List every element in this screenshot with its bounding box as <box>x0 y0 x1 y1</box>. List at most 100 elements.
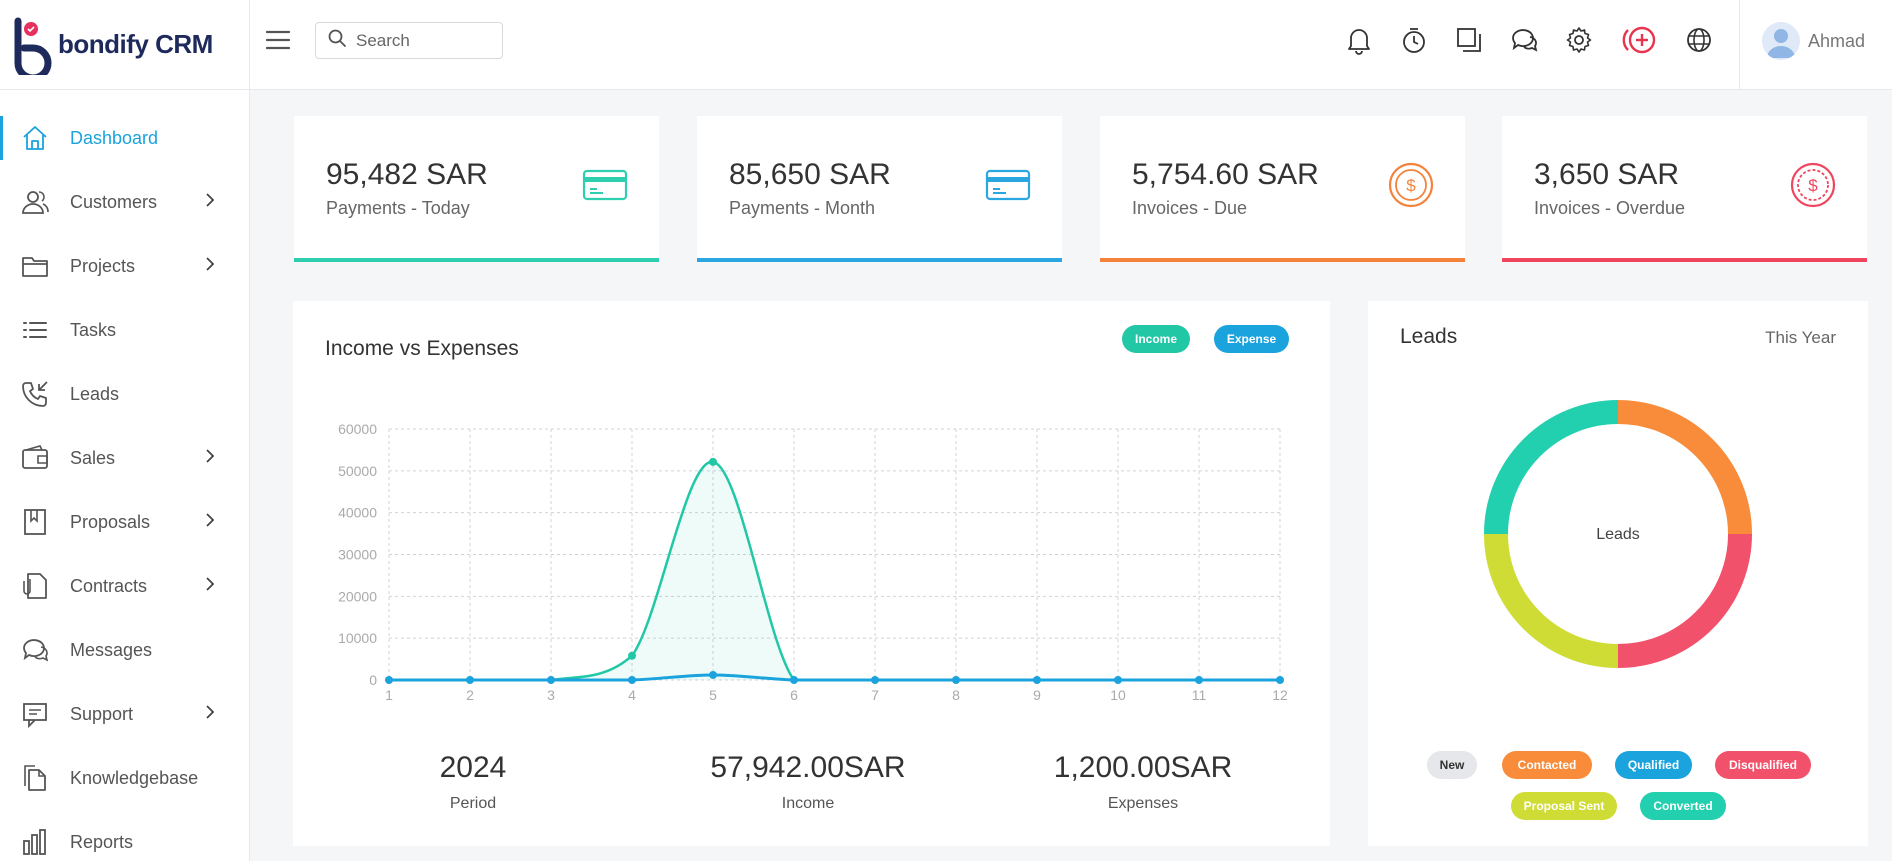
sidebar-item-label: Customers <box>70 191 158 212</box>
user-menu[interactable]: Ahmad <box>1762 22 1865 60</box>
legend-proposal-sent[interactable]: Proposal Sent <box>1511 792 1617 820</box>
y-tick-label: 60000 <box>338 421 377 437</box>
chevron-right-icon[interactable] <box>202 576 218 592</box>
timer-icon[interactable] <box>1398 24 1430 56</box>
sidebar-item-leads[interactable]: Leads <box>0 362 249 426</box>
chevron-right-icon[interactable] <box>202 704 218 720</box>
legend-label: Proposal Sent <box>1523 799 1605 813</box>
chat-icon <box>20 635 50 665</box>
chevron-right-icon[interactable] <box>202 256 218 272</box>
expense-point <box>790 676 798 684</box>
donut-slice-contacted[interactable] <box>1617 400 1752 535</box>
bell-icon[interactable] <box>1343 24 1375 56</box>
list-icon <box>20 315 50 345</box>
card-accent-bar <box>697 258 1062 262</box>
sidebar-item-proposals[interactable]: Proposals <box>0 490 249 554</box>
sidebar-item-messages[interactable]: Messages <box>0 618 249 682</box>
sidebar-item-label: Contracts <box>70 575 148 596</box>
chevron-right-icon[interactable] <box>202 448 218 464</box>
stat-card[interactable]: 95,482 SAR Payments - Today <box>294 116 659 262</box>
summary-expenses: 1,200.00SAR Expenses <box>1028 751 1258 813</box>
chat-icon[interactable] <box>1508 24 1540 56</box>
card-amount: 95,482 SAR <box>326 158 488 191</box>
chevron-right-icon[interactable] <box>202 512 218 528</box>
legend-qualified[interactable]: Qualified <box>1615 751 1692 779</box>
windows-icon[interactable] <box>1453 24 1485 56</box>
folder-icon <box>20 251 50 281</box>
bar-chart-icon <box>20 827 50 857</box>
user-name: Ahmad <box>1808 30 1866 51</box>
card-caption: Invoices - Due <box>1132 198 1248 218</box>
home-icon <box>20 123 50 153</box>
x-tick-label: 6 <box>790 687 798 703</box>
sidebar-item-dashboard[interactable]: Dashboard <box>0 106 249 170</box>
legend-converted[interactable]: Converted <box>1640 792 1726 820</box>
expense-point <box>385 676 393 684</box>
card-accent-bar <box>1502 258 1867 262</box>
donut-center-label: Leads <box>1596 526 1640 543</box>
sidebar-item-label: Projects <box>70 255 136 276</box>
sidebar-item-projects[interactable]: Projects <box>0 234 249 298</box>
donut-slice-proposal-sent[interactable] <box>1484 533 1619 668</box>
leads-donut-chart: Leads <box>1484 400 1752 668</box>
y-tick-label: 50000 <box>338 463 377 479</box>
income-line <box>388 460 1280 682</box>
card-accent-bar <box>1100 258 1465 262</box>
sidebar-item-tasks[interactable]: Tasks <box>0 298 249 362</box>
documents-icon <box>20 763 50 793</box>
x-tick-label: 11 <box>1192 687 1207 703</box>
sidebar-item-label: Messages <box>70 639 153 660</box>
summary-income-label: Income <box>781 795 835 812</box>
menu-toggle-icon[interactable] <box>265 28 291 52</box>
x-tick-label: 4 <box>628 687 636 703</box>
summary-expenses-value: 1,200.00SAR <box>1053 751 1233 784</box>
expense-point <box>1276 676 1284 684</box>
legend-disqualified[interactable]: Disqualified <box>1715 751 1811 779</box>
legend-contacted[interactable]: Contacted <box>1502 751 1592 779</box>
income-expenses-panel: Income vs Expenses Income Expense 0 10000… <box>293 301 1330 846</box>
y-tick-label: 30000 <box>338 547 377 563</box>
top-header: Search Ahmad <box>250 0 1892 90</box>
sidebar-item-support[interactable]: Support <box>0 682 249 746</box>
expense-point <box>952 676 960 684</box>
summary-income-value: 57,942.00SAR <box>710 751 906 784</box>
search-input[interactable]: Search <box>315 22 503 59</box>
sidebar-item-label: Leads <box>70 383 120 404</box>
sidebar-item-label: Sales <box>70 447 116 468</box>
leads-period-select[interactable]: This Year <box>1765 328 1836 348</box>
expense-point <box>1114 676 1122 684</box>
sidebar-item-label: Tasks <box>70 319 117 340</box>
y-tick-label: 0 <box>369 672 377 688</box>
income-point <box>709 457 717 466</box>
sidebar-item-contracts[interactable]: Contracts <box>0 554 249 618</box>
sidebar-item-label: Dashboard <box>70 127 159 148</box>
legend-new[interactable]: New <box>1427 751 1477 779</box>
expense-point <box>1195 676 1203 684</box>
brand-logo[interactable]: bondify CRM <box>0 0 249 90</box>
sidebar-item-knowledgebase[interactable]: Knowledgebase <box>0 746 249 810</box>
chevron-right-icon[interactable] <box>202 192 218 208</box>
expense-point <box>1033 676 1041 684</box>
sidebar-item-label: Support <box>70 703 134 724</box>
income-area <box>389 461 1280 680</box>
donut-slice-disqualified[interactable] <box>1617 533 1752 668</box>
expense-point <box>628 676 636 684</box>
x-tick-label: 1 <box>385 687 393 703</box>
header-divider <box>1739 0 1740 90</box>
stat-card[interactable]: 5,754.60 SAR Invoices - Due $ <box>1100 116 1465 262</box>
stat-card[interactable]: 85,650 SAR Payments - Month <box>697 116 1062 262</box>
sidebar-item-label: Proposals <box>70 511 151 532</box>
add-circle-icon[interactable] <box>1620 24 1660 56</box>
expense-line <box>388 673 1280 682</box>
sidebar-item-reports[interactable]: Reports <box>0 810 249 861</box>
donut-slice-converted[interactable] <box>1484 400 1619 535</box>
gear-icon[interactable] <box>1563 24 1595 56</box>
sidebar-item-customers[interactable]: Customers <box>0 170 249 234</box>
stat-card[interactable]: 3,650 SAR Invoices - Overdue $ <box>1502 116 1867 262</box>
contract-icon <box>20 571 50 601</box>
x-tick-label: 10 <box>1110 687 1126 703</box>
card-amount: 85,650 SAR <box>729 158 891 191</box>
globe-icon[interactable] <box>1683 24 1715 56</box>
summary-period: 2024 Period <box>388 751 558 813</box>
sidebar-item-sales[interactable]: Sales <box>0 426 249 490</box>
